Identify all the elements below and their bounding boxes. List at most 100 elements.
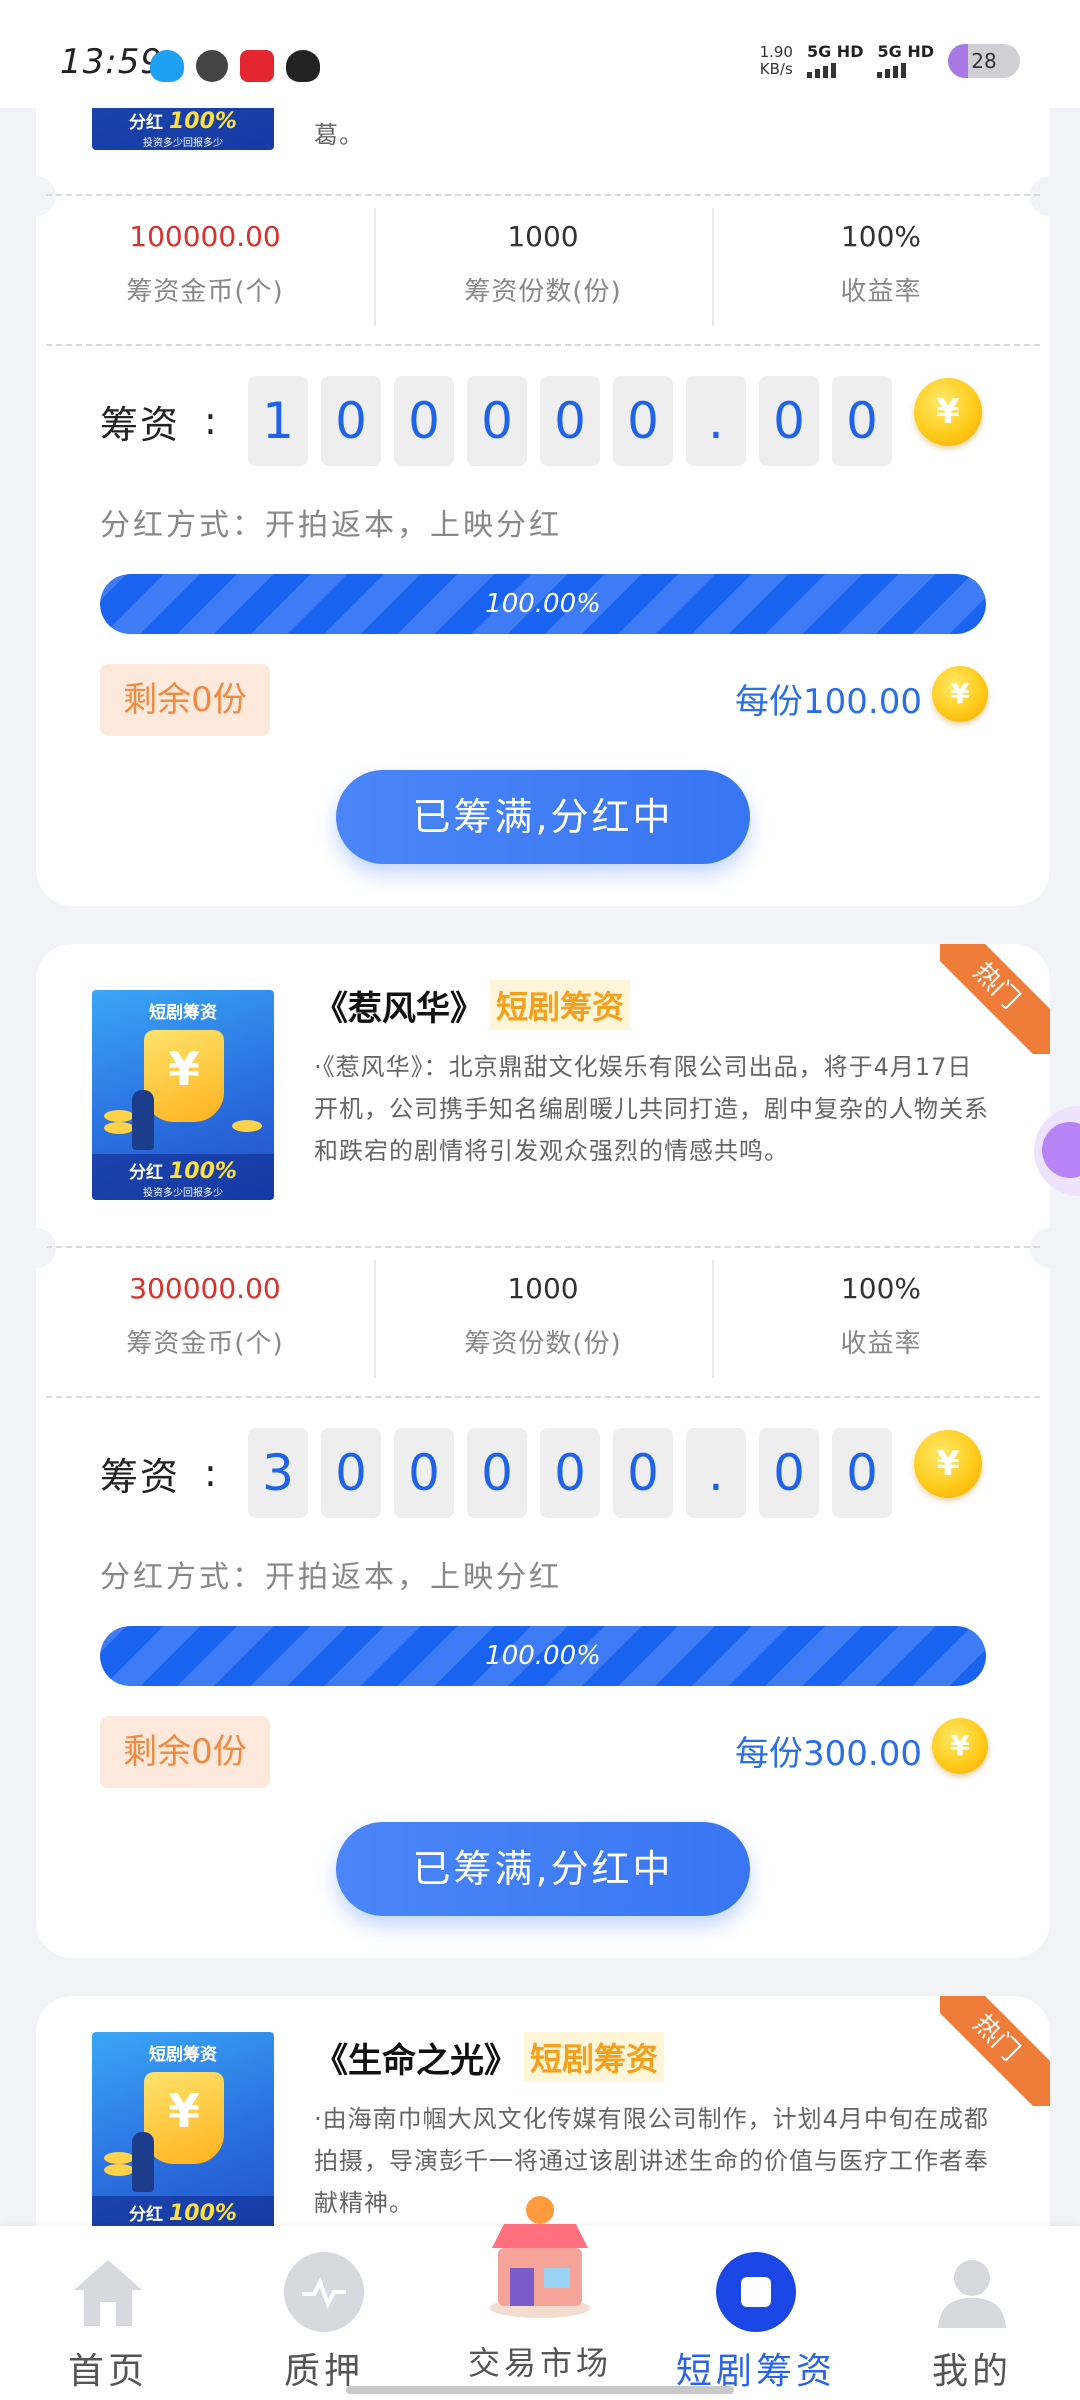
dividend-method: 分红方式：开拍返本，上映分红 — [100, 1560, 562, 1595]
card-description: ·由海南巾帼大风文化传媒有限公司制作，计划4月中旬在成都拍摄，导演彭千一将通过该… — [314, 2105, 989, 2217]
status-app-icons — [150, 50, 320, 82]
stat-amount: 100000.00 筹资金币(个) — [36, 204, 374, 330]
per-share-price: 每份100.00 — [735, 682, 922, 722]
coin-icon: ¥ — [932, 1718, 988, 1774]
per-share-price: 每份300.00 — [735, 1734, 922, 1774]
card-thumbnail[interactable]: 短剧筹资 ¥ 分红 100% 投资多少回报多少 — [92, 2032, 274, 2242]
fund-amount-row: 筹资 : 3 0 0 0 0 0 . 0 0 — [100, 1428, 892, 1518]
battery-level: 28 — [971, 49, 997, 73]
signal-1-label: 5G HD — [806, 42, 864, 61]
digit: . — [686, 1428, 746, 1518]
drama-title[interactable]: 《生命之光》 — [314, 2033, 518, 2082]
digit: . — [686, 376, 746, 466]
coin-icon: ¥ — [932, 666, 988, 722]
hot-ribbon: 热门 — [940, 1996, 1050, 2106]
fund-amount-row: 筹资 : 1 0 0 0 0 0 . 0 0 — [100, 376, 892, 466]
fund-colon: : — [204, 1451, 217, 1495]
funded-button[interactable]: 已筹满,分红中 — [336, 770, 750, 864]
red-app-icon — [240, 50, 274, 82]
stat-value: 100000.00 — [129, 220, 281, 253]
nav-mine[interactable]: 我的 — [864, 2226, 1080, 2400]
card-description: 葛。 — [314, 121, 364, 149]
digit: 0 — [540, 376, 600, 466]
status-bar: 13:59 1.90 KB/s 5G HD 5G HD 28 — [0, 0, 1080, 108]
yuan-symbol: ¥ — [167, 1042, 200, 1096]
nav-market[interactable]: 交易市场 — [432, 2196, 648, 2400]
coin-stack-icon — [104, 2152, 134, 2164]
wechat-icon — [196, 50, 228, 82]
stat-shares: 1000 筹资份数(份) — [374, 204, 712, 330]
digit: 0 — [467, 1428, 527, 1518]
net-speed-unit: KB/s — [759, 60, 793, 78]
drama-tag: 短剧筹资 — [524, 2032, 665, 2082]
fund-digits: 1 0 0 0 0 0 . 0 0 — [248, 376, 892, 466]
home-indicator[interactable] — [346, 2386, 734, 2394]
stat-label: 收益率 — [840, 1329, 922, 1359]
signal-bars-icon — [806, 62, 864, 78]
net-speed: 1.90 KB/s — [760, 44, 793, 78]
progress-bar: 100.00% — [100, 574, 986, 634]
remaining-badge: 剩余0份 — [100, 664, 270, 736]
nav-pledge[interactable]: 质押 — [216, 2226, 432, 2400]
thumb-title: 短剧筹资 — [149, 1003, 217, 1023]
coin-stack-icon — [104, 2164, 134, 2176]
funding-card-2: 热门 短剧筹资 ¥ 分红 100% 投资多少回报多少 《惹风华》 短剧筹资 ·《… — [36, 944, 1050, 1958]
hot-ribbon: 热门 — [940, 944, 1050, 1054]
remaining-badge: 剩余0份 — [100, 1716, 270, 1788]
digit: 0 — [321, 1428, 381, 1518]
stat-label: 收益率 — [840, 277, 922, 307]
thumb-title: 短剧筹资 — [149, 2045, 217, 2065]
thumb-sub: 投资多少回报多少 — [143, 1188, 223, 1199]
progress-bar: 100.00% — [100, 1626, 986, 1686]
dividend-method: 分红方式：开拍返本，上映分红 — [100, 508, 562, 543]
status-right: 1.90 KB/s 5G HD 5G HD 28 — [760, 44, 1020, 78]
status-time: 13:59 — [60, 42, 163, 82]
market-icon — [490, 2196, 590, 2318]
thumb-percent: 100% — [168, 109, 237, 134]
thumb-prefix: 分红 — [129, 2205, 164, 2225]
fund-label: 筹资 — [100, 1454, 181, 1499]
coin-stack-icon — [104, 1110, 134, 1122]
bottom-nav: 首页 质押 交易市场 短剧筹资 我的 — [0, 2196, 1080, 2400]
digit: 0 — [394, 376, 454, 466]
thumbnail-banner: 分红 100% 投资多少回报多少 — [92, 1154, 274, 1200]
drama-tag: 短剧筹资 — [490, 980, 631, 1030]
signal-1: 5G HD — [806, 42, 864, 78]
drama-title-row: 《生命之光》 短剧筹资 — [314, 2032, 665, 2082]
digit: 3 — [248, 1428, 308, 1518]
stat-value: 100% — [840, 1272, 922, 1305]
coin-stack-icon — [232, 1120, 262, 1132]
coin-icon: ¥ — [914, 378, 982, 446]
drama-title[interactable]: 《惹风华》 — [314, 981, 484, 1030]
stat-value: 100% — [840, 220, 922, 253]
coin-stack-icon — [104, 1122, 134, 1134]
thumb-sub: 投资多少回报多少 — [143, 138, 223, 149]
hot-label: 热门 — [940, 1996, 1050, 2106]
digit: 0 — [832, 1428, 892, 1518]
drama-title-row: 《惹风华》 短剧筹资 — [314, 980, 631, 1030]
yuan-symbol: ¥ — [167, 2084, 200, 2138]
digit: 0 — [759, 376, 819, 466]
thumb-prefix: 分红 — [129, 113, 164, 133]
battery-icon: 28 — [948, 44, 1020, 78]
hot-label: 热门 — [940, 944, 1050, 1054]
nav-label: 交易市场 — [467, 2344, 612, 2382]
thumbnail-banner: 分红 100% 投资多少回报多少 — [92, 104, 274, 150]
stat-label: 筹资份数(份) — [464, 277, 622, 307]
person-figure — [132, 1090, 154, 1150]
digit: 0 — [613, 1428, 673, 1518]
stat-amount: 300000.00 筹资金币(个) — [36, 1256, 374, 1382]
stat-value: 1000 — [507, 1272, 579, 1305]
funding-icon — [716, 2252, 796, 2332]
nav-home[interactable]: 首页 — [0, 2226, 216, 2400]
card-description: ·《惹风华》：北京鼎甜文化娱乐有限公司出品，将于4月17日开机，公司携手知名编剧… — [314, 1053, 989, 1165]
card-stats: 100000.00 筹资金币(个) 1000 筹资份数(份) 100% 收益率 — [36, 204, 1050, 330]
progress-text: 100.00% — [485, 1641, 601, 1671]
funded-button[interactable]: 已筹满,分红中 — [336, 1822, 750, 1916]
user-icon — [938, 2260, 1006, 2328]
card-thumbnail[interactable]: 短剧筹资 ¥ 分红 100% 投资多少回报多少 — [92, 990, 274, 1200]
net-speed-value: 1.90 — [759, 43, 793, 61]
stat-value: 1000 — [507, 220, 579, 253]
nav-funding[interactable]: 短剧筹资 — [648, 2226, 864, 2400]
fund-colon: : — [204, 399, 217, 443]
